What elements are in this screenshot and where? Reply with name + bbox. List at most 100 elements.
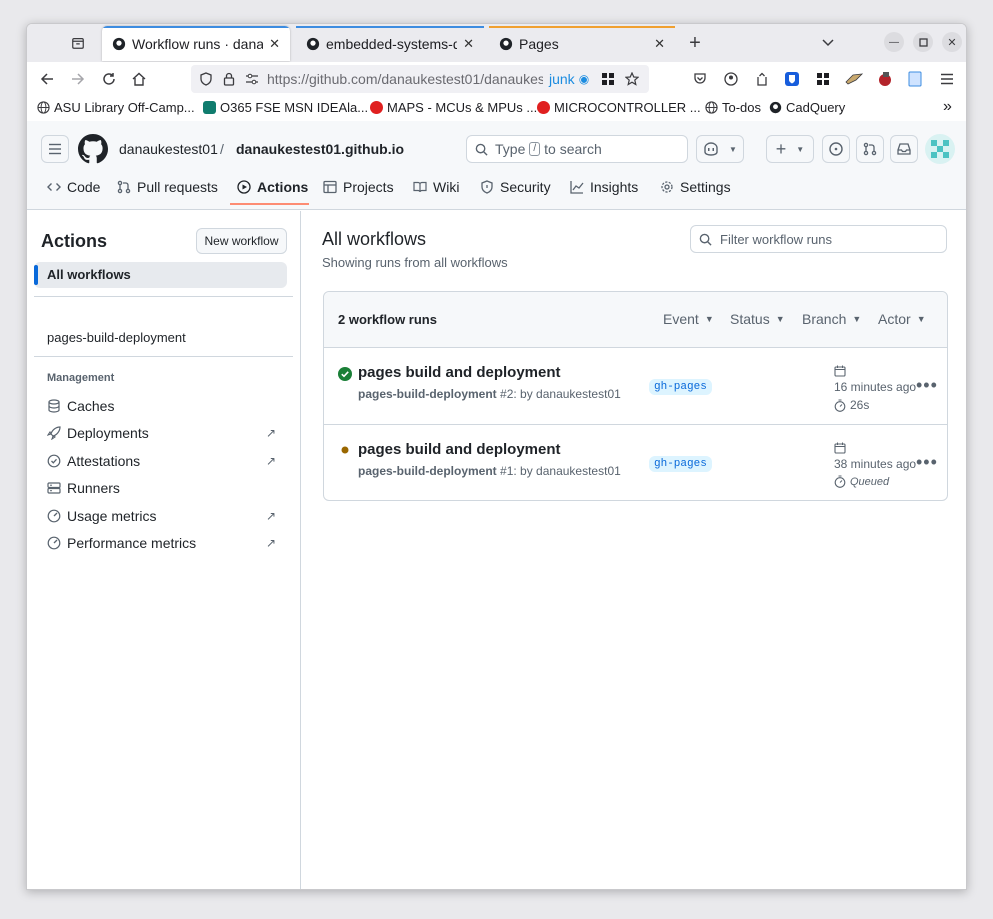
tab-actions[interactable]: Actions — [237, 179, 308, 195]
maximize-icon[interactable] — [913, 32, 933, 52]
tab-pages[interactable]: Pages ✕ — [489, 26, 675, 61]
sidebar-item-deployments[interactable]: Deployments ↗ — [41, 420, 286, 446]
run-title-link[interactable]: pages build and deployment — [358, 441, 561, 458]
issues-button[interactable] — [822, 135, 850, 163]
back-icon[interactable] — [36, 68, 58, 90]
sidebar-item-performance-metrics[interactable]: Performance metrics ↗ — [41, 530, 286, 556]
bookmark-star-icon[interactable] — [625, 72, 640, 86]
close-icon[interactable]: ✕ — [269, 36, 280, 52]
search-input[interactable]: Type / to search — [466, 135, 688, 163]
container-icon: ◉ — [578, 72, 590, 86]
extension-badge-icon[interactable] — [874, 68, 896, 90]
tab-pull-requests[interactable]: Pull requests — [117, 179, 218, 195]
account-icon[interactable] — [720, 68, 742, 90]
table-icon — [323, 180, 337, 194]
tab-projects[interactable]: Projects — [323, 179, 394, 195]
pocket-icon[interactable] — [689, 68, 711, 90]
copilot-button[interactable]: ▼ — [696, 135, 744, 163]
repo-owner-link[interactable]: danaukestest01 — [119, 141, 218, 157]
minimize-icon[interactable]: — — [884, 32, 904, 52]
stopwatch-icon — [834, 475, 846, 488]
extension-doc-icon[interactable] — [904, 68, 926, 90]
run-title-link[interactable]: pages build and deployment — [358, 364, 561, 381]
github-logo-icon[interactable] — [78, 134, 108, 164]
close-icon[interactable]: ✕ — [463, 36, 474, 52]
new-tab-button[interactable]: + — [684, 32, 706, 54]
share-icon[interactable] — [751, 68, 773, 90]
list-all-tabs-icon[interactable] — [817, 32, 839, 54]
github-header: danaukestest01 / danaukestest01.github.i… — [27, 121, 966, 210]
lock-icon[interactable] — [223, 72, 235, 86]
chevron-down-icon: ▼ — [852, 314, 862, 324]
nav-bar: https://github.com/danaukestest01/danauk… — [27, 62, 966, 95]
inbox-button[interactable] — [890, 135, 918, 163]
hamburger-menu-button[interactable] — [41, 135, 69, 163]
tab-label: Pull requests — [137, 179, 218, 195]
url-text: https://github.com/danaukestest01/danauk… — [267, 71, 543, 87]
issue-opened-icon — [829, 142, 843, 156]
home-icon[interactable] — [128, 68, 150, 90]
tab-security[interactable]: Security — [480, 179, 551, 195]
filter-label: Branch — [802, 311, 847, 327]
avatar[interactable] — [925, 134, 955, 164]
sidebar-item-caches[interactable]: Caches — [41, 393, 286, 419]
bookmark-cadquery[interactable]: CadQuery — [769, 100, 845, 115]
status-filter[interactable]: Status ▼ — [730, 311, 785, 327]
reload-icon[interactable] — [98, 68, 120, 90]
pull-requests-button[interactable] — [856, 135, 884, 163]
sidebar-item-pages-build-deployment[interactable]: pages-build-deployment — [47, 330, 186, 345]
sidebar-item-label: Deployments — [67, 425, 149, 441]
bookmark-maps[interactable]: MAPS - MCUs & MPUs ... — [370, 100, 537, 115]
rocket-icon — [47, 426, 61, 440]
sidebar-item-all-workflows[interactable]: All workflows — [34, 262, 287, 288]
microchip-logo-icon — [537, 101, 550, 114]
calendar-icon — [834, 442, 846, 454]
bookmark-o365[interactable]: O365 FSE MSN IDEAla... — [203, 100, 368, 115]
sidebar-item-attestations[interactable]: Attestations ↗ — [41, 448, 286, 474]
tab-title: Workflow runs · danauke — [132, 35, 263, 52]
filter-workflow-runs-input[interactable]: Filter workflow runs — [690, 225, 947, 253]
tab-insights[interactable]: Insights — [570, 179, 638, 195]
table-row[interactable]: pages build and deployment pages-build-d… — [324, 426, 947, 502]
app-menu-icon[interactable] — [936, 68, 958, 90]
sidebar-item-usage-metrics[interactable]: Usage metrics ↗ — [41, 503, 286, 529]
bookmark-todos[interactable]: To-dos — [705, 100, 761, 115]
permissions-icon[interactable] — [245, 73, 259, 85]
sidebar-item-label: All workflows — [47, 267, 131, 282]
kebab-menu-icon[interactable]: ••• — [916, 452, 938, 473]
tab-workflow-runs[interactable]: Workflow runs · danauke ✕ — [102, 26, 290, 61]
tab-wiki[interactable]: Wiki — [413, 179, 459, 195]
tracking-shield-icon[interactable] — [199, 72, 213, 86]
sidebar-item-runners[interactable]: Runners — [41, 475, 286, 501]
close-icon[interactable]: ✕ — [654, 36, 665, 52]
new-workflow-button[interactable]: New workflow — [196, 228, 287, 254]
bookmarks-overflow-icon[interactable]: » — [943, 98, 952, 116]
github-favicon-icon — [306, 37, 320, 50]
repo-name-link[interactable]: danaukestest01.github.io — [236, 141, 404, 157]
url-bar[interactable]: https://github.com/danaukestest01/danauk… — [191, 65, 649, 93]
extension-bird-icon[interactable] — [843, 68, 865, 90]
extensions-grid-icon[interactable] — [812, 68, 834, 90]
table-row[interactable]: pages build and deployment pages-build-d… — [324, 349, 947, 425]
branch-label[interactable]: gh-pages — [649, 456, 712, 472]
bookmark-asu-library[interactable]: ASU Library Off-Camp... — [37, 100, 195, 115]
play-icon — [237, 180, 251, 194]
extension-grid-icon[interactable] — [601, 72, 615, 86]
close-window-icon[interactable]: ✕ — [942, 32, 962, 52]
tab-code[interactable]: Code — [47, 179, 100, 195]
forward-icon[interactable] — [67, 68, 89, 90]
run-detail: #1: by danaukestest01 — [500, 464, 621, 478]
tab-overview-icon[interactable] — [67, 32, 89, 54]
tab-settings[interactable]: Settings — [660, 179, 731, 195]
create-new-button[interactable]: + ▼ — [766, 135, 814, 163]
queued-dot-icon — [341, 446, 349, 454]
tab-embedded-systems[interactable]: embedded-systems-desig ✕ — [296, 26, 484, 61]
event-filter[interactable]: Event ▼ — [663, 311, 714, 327]
branch-label[interactable]: gh-pages — [649, 379, 712, 395]
branch-filter[interactable]: Branch ▼ — [802, 311, 861, 327]
sidebar-item-label: Attestations — [67, 453, 141, 469]
kebab-menu-icon[interactable]: ••• — [916, 375, 938, 396]
actor-filter[interactable]: Actor ▼ — [878, 311, 926, 327]
bitwarden-icon[interactable] — [781, 68, 803, 90]
bookmark-microcontroller[interactable]: MICROCONTROLLER ... — [537, 100, 701, 115]
